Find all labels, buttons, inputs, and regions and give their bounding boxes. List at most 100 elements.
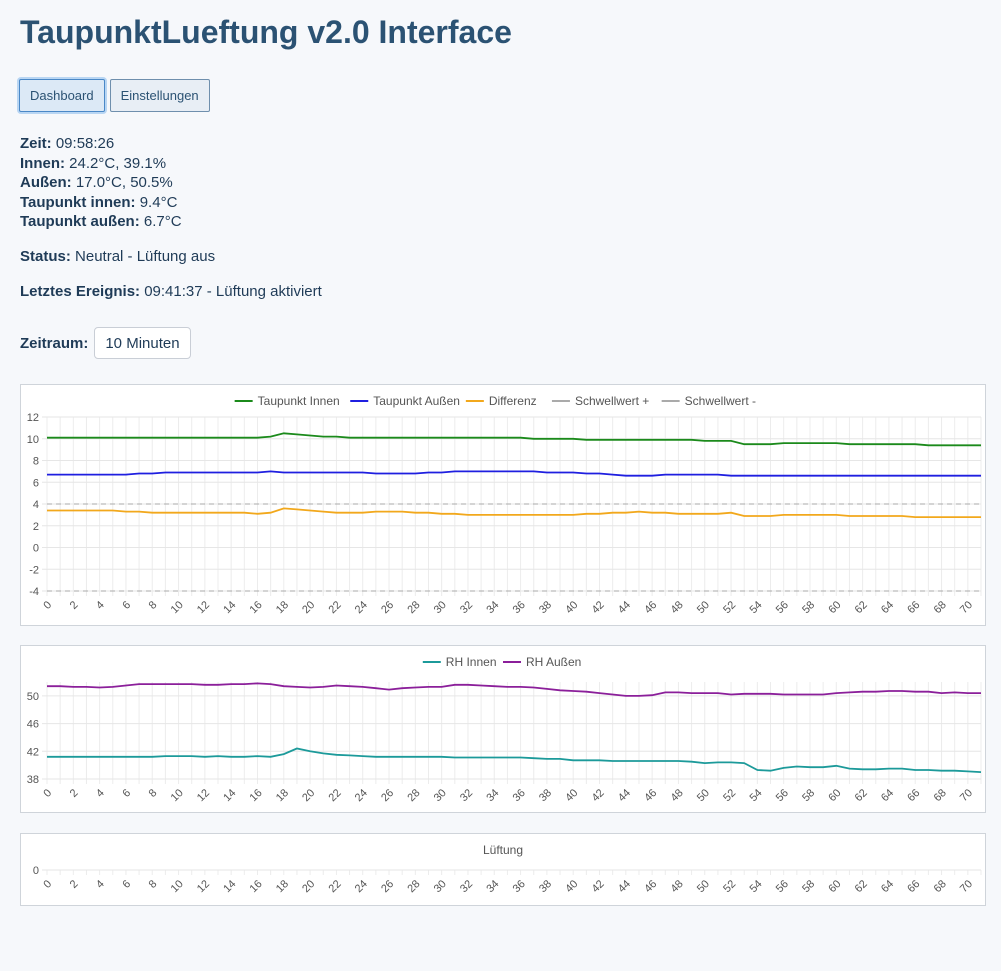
- x-tick-label: 70: [958, 599, 975, 616]
- x-tick-label: 14: [221, 599, 238, 616]
- legend-item[interactable]: Differenz: [465, 394, 537, 408]
- time-value: 09:58:26: [55, 135, 115, 152]
- x-tick-label: 30: [432, 878, 449, 895]
- x-tick-label: 36: [511, 599, 528, 616]
- x-tick-label: 48: [669, 878, 686, 895]
- x-tick-label: 12: [195, 878, 212, 895]
- x-tick-label: 20: [300, 787, 317, 804]
- legend-label: Lüftung: [483, 843, 523, 857]
- legend-label: RH Innen: [446, 655, 497, 669]
- dewpoint-outside-row: Taupunkt außen: 6.7°C: [20, 212, 182, 232]
- x-tick-label: 60: [826, 787, 843, 804]
- x-tick-label: 56: [774, 878, 791, 895]
- x-tick-label: 64: [879, 878, 896, 895]
- timerange-row: Zeitraum: 10 Minuten: [20, 327, 191, 359]
- legend-item[interactable]: Schwellwert -: [661, 394, 756, 408]
- timerange-value: 10 Minuten: [105, 334, 180, 352]
- y-tick-label: 0: [33, 865, 39, 877]
- x-tick-label: 60: [826, 599, 843, 616]
- x-tick-label: 38: [537, 878, 554, 895]
- x-tick-label: 38: [537, 599, 554, 616]
- x-tick-label: 2: [68, 599, 81, 612]
- x-tick-label: 50: [695, 878, 712, 895]
- legend-item[interactable]: RH Außen: [503, 655, 581, 669]
- x-tick-label: 38: [537, 787, 554, 804]
- x-tick-label: 16: [248, 878, 265, 895]
- settings-button[interactable]: Einstellungen: [109, 79, 210, 112]
- y-tick-label: 0: [33, 543, 39, 555]
- last-event-row: Letztes Ereignis: 09:41:37 - Lüftung akt…: [20, 283, 322, 300]
- x-tick-label: 66: [905, 787, 922, 804]
- x-tick-label: 18: [274, 787, 291, 804]
- x-tick-label: 8: [147, 787, 160, 800]
- x-tick-label: 56: [774, 599, 791, 616]
- timerange-select[interactable]: 10 Minuten: [94, 327, 191, 359]
- x-tick-label: 52: [721, 878, 738, 895]
- legend-item[interactable]: Lüftung: [483, 843, 523, 857]
- x-tick-label: 56: [774, 787, 791, 804]
- x-tick-label: 20: [300, 878, 317, 895]
- status-row: Status: Neutral - Lüftung aus: [20, 248, 215, 265]
- x-tick-label: 66: [905, 599, 922, 616]
- humidity-chart-svg: 504642380 2 4 6 8 10 12 14 16 18 20 22 24 26 28 30 32 34 3…: [27, 655, 982, 804]
- legend-item[interactable]: Schwellwert +: [551, 394, 649, 408]
- x-tick-label: 6: [120, 599, 133, 612]
- ventilation-chart: 0 0 2 4 6 8 10 12 14 16 18 20 22 24 26 28 30 32 34 36 38 40 42…: [20, 833, 986, 906]
- x-tick-label: 34: [484, 599, 501, 616]
- x-tick-label: 42: [590, 787, 607, 804]
- x-tick-label: 52: [721, 787, 738, 804]
- x-tick-label: 30: [432, 787, 449, 804]
- x-tick-label: 10: [169, 787, 186, 804]
- series-line: [47, 470, 981, 477]
- series-line: [47, 682, 981, 697]
- legend-item[interactable]: RH Innen: [422, 655, 497, 669]
- legend-label: Taupunkt Innen: [258, 394, 340, 408]
- x-tick-label: 52: [721, 599, 738, 616]
- x-tick-label: 28: [405, 787, 422, 804]
- dewpoint-outside-label: Taupunkt außen:: [20, 213, 140, 230]
- dewpoint-inside-value: 9.4°C: [139, 193, 178, 211]
- x-tick-label: 24: [353, 878, 370, 895]
- x-tick-label: 62: [853, 787, 870, 804]
- x-tick-label: 40: [563, 787, 580, 804]
- y-tick-label: 46: [27, 719, 39, 731]
- x-tick-label: 10: [169, 878, 186, 895]
- inside-value: 24.2°C, 39.1%: [69, 154, 167, 172]
- x-tick-label: 60: [826, 878, 843, 895]
- nav-bar: Dashboard Einstellungen: [19, 79, 210, 112]
- x-tick-label: 14: [221, 878, 238, 895]
- timerange-label: Zeitraum:: [20, 334, 89, 352]
- x-tick-label: 4: [94, 599, 107, 612]
- status-value: Neutral - Lüftung aus: [75, 248, 216, 265]
- x-tick-label: 42: [590, 599, 607, 616]
- app-root: TaupunktLueftung v2.0 Interface Dashboar…: [0, 0, 1001, 971]
- x-tick-label: 62: [853, 878, 870, 895]
- x-tick-label: 58: [800, 599, 817, 616]
- x-tick-label: 8: [147, 599, 160, 612]
- dashboard-button[interactable]: Dashboard: [19, 79, 105, 112]
- x-tick-label: 48: [669, 787, 686, 804]
- legend-label: Schwellwert +: [575, 394, 649, 408]
- x-tick-label: 26: [379, 878, 396, 895]
- dewpoint-inside-row: Taupunkt innen: 9.4°C: [20, 193, 182, 213]
- x-tick-label: 34: [484, 878, 501, 895]
- y-tick-label: 8: [33, 456, 39, 468]
- x-tick-label: 16: [248, 599, 265, 616]
- y-tick-label: 50: [27, 691, 39, 703]
- x-tick-label: 46: [642, 599, 659, 616]
- x-tick-label: 6: [120, 787, 133, 800]
- x-tick-label: 10: [169, 599, 186, 616]
- ventilation-chart-svg: 00 2 4 6 8 10 12 14 16 18 20 22 24 26 28 30 32 34 36 38 40 42…: [33, 843, 982, 895]
- x-tick-label: 22: [327, 878, 344, 895]
- y-tick-label: 38: [27, 774, 39, 786]
- x-tick-label: 22: [327, 599, 344, 616]
- x-tick-label: 44: [616, 787, 633, 804]
- last-event-label: Letztes Ereignis:: [20, 283, 141, 300]
- x-tick-label: 2: [68, 878, 81, 891]
- x-tick-label: 64: [879, 599, 896, 616]
- legend-item[interactable]: Taupunkt Außen: [350, 394, 460, 408]
- legend-item[interactable]: Taupunkt Innen: [234, 394, 340, 408]
- x-tick-label: 36: [511, 787, 528, 804]
- x-tick-label: 32: [458, 787, 475, 804]
- x-tick-label: 20: [300, 599, 317, 616]
